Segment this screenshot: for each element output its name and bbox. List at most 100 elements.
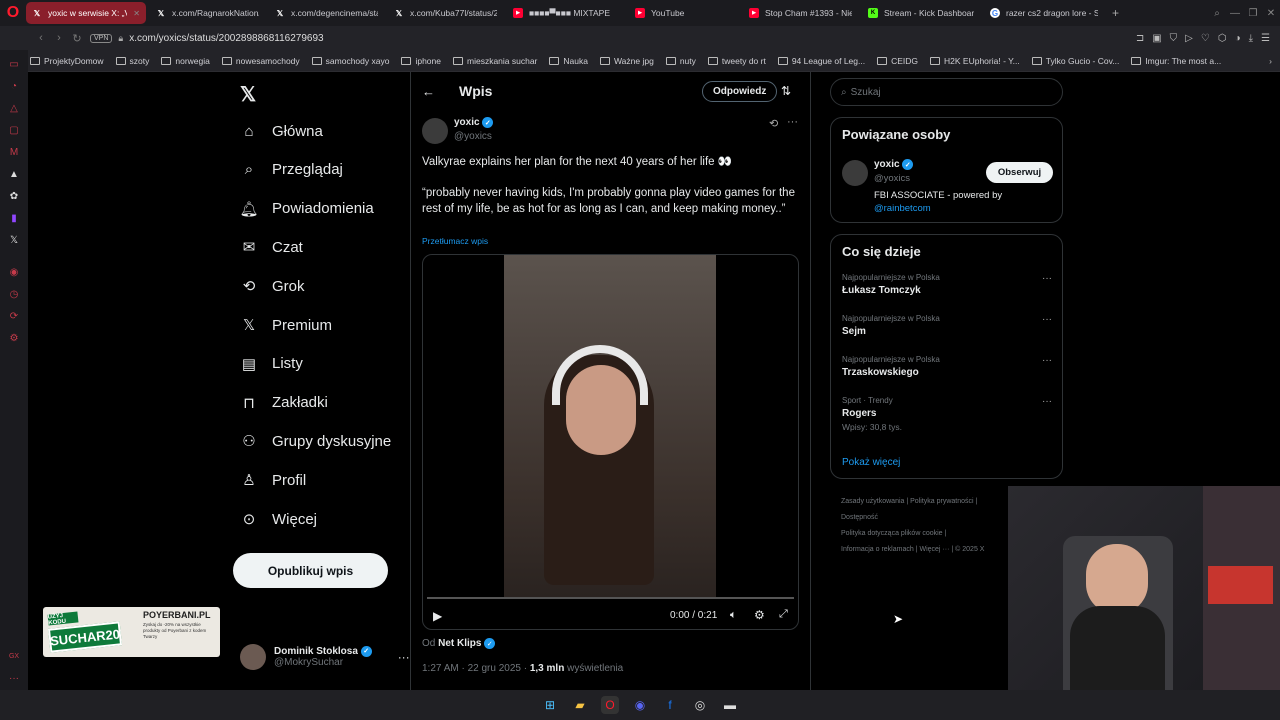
- play-icon[interactable]: ▷: [1185, 33, 1193, 44]
- video-play-icon[interactable]: ▶: [433, 609, 442, 623]
- opera-menu-icon[interactable]: O: [0, 0, 26, 26]
- facebook-icon[interactable]: f: [661, 696, 679, 714]
- related-handle[interactable]: @yoxics: [874, 173, 910, 184]
- sidebar-gmail-icon[interactable]: M: [8, 147, 20, 159]
- bookmark-item[interactable]: Tylko Gucio - Cov...: [1031, 56, 1119, 66]
- bookmark-item[interactable]: samochody xayo: [311, 56, 389, 66]
- nav-item[interactable]: ⚇ Grupy dyskusyjne: [240, 432, 391, 451]
- sidebar-gx-icon[interactable]: GX: [8, 651, 20, 663]
- browser-tab[interactable]: Grazer cs2 dragon lore - S: [984, 2, 1104, 24]
- tweet-author-name[interactable]: yoxic: [454, 117, 480, 128]
- minimize-icon[interactable]: —: [1226, 8, 1244, 19]
- bookmark-item[interactable]: H2K EUphoria! - Y...: [930, 56, 1020, 66]
- sidebar-aria-icon[interactable]: △: [8, 103, 20, 115]
- extensions-icon[interactable]: ⬡: [1218, 33, 1227, 44]
- browser-tab[interactable]: ▶ ■■■■▀■■■ MIXTAPE: [507, 2, 625, 24]
- opera-gx-icon[interactable]: O: [601, 696, 619, 714]
- video-player[interactable]: ▶ 0:00 / 0:21 🔈︎ ⚙ ⤢: [422, 254, 799, 630]
- trend-more-icon[interactable]: ···: [1042, 396, 1052, 407]
- browser-tab[interactable]: 𝕏x.com/degencinema/stat: [269, 2, 384, 24]
- bookmark-item[interactable]: nowesamochody: [221, 56, 300, 66]
- bookmark-item[interactable]: nuty: [665, 56, 696, 66]
- back-arrow-icon[interactable]: ←: [422, 84, 435, 99]
- trend-more-icon[interactable]: ···: [1042, 355, 1052, 366]
- video-fullscreen-icon[interactable]: ⤢: [779, 608, 788, 621]
- terminal-icon[interactable]: ▬: [721, 696, 739, 714]
- sidebar-history-icon[interactable]: ◔: [8, 81, 20, 93]
- windows-start-icon[interactable]: ⊞: [541, 696, 559, 714]
- bookmark-item[interactable]: Ważne jpg: [599, 56, 654, 66]
- sidebar-messenger-icon[interactable]: ▢: [8, 125, 20, 137]
- bookmark-item[interactable]: norwegia: [161, 56, 210, 66]
- grok-icon[interactable]: ⟲: [769, 117, 778, 130]
- tweet-author-handle[interactable]: @yoxics: [454, 131, 492, 142]
- nav-item[interactable]: ⊙ Więcej: [240, 510, 317, 529]
- trend-item[interactable]: Sport · Trendy Rogers Wpisy: 30,8 tys. ···: [842, 396, 1052, 432]
- nav-item[interactable]: 🔔︎ Powiadomienia: [239, 200, 373, 218]
- bookmark-item[interactable]: mieszkania suchar: [453, 56, 537, 66]
- tweet-avatar[interactable]: [422, 118, 448, 144]
- footer-link[interactable]: Zasady użytkowania: [841, 498, 904, 505]
- close-window-icon[interactable]: ✕: [1262, 8, 1280, 19]
- new-tab-icon[interactable]: +: [1112, 6, 1119, 20]
- heart-icon[interactable]: ♡: [1201, 33, 1210, 44]
- bookmark-item[interactable]: tweety do rt: [707, 56, 766, 66]
- account-switcher[interactable]: Dominik Stoklosa ✓ @MokrySuchar ···: [240, 644, 410, 670]
- show-more-link[interactable]: Pokaż więcej: [842, 457, 900, 468]
- sidebar-tabs-icon[interactable]: ⟳: [8, 311, 20, 323]
- vpn-badge[interactable]: VPN: [90, 33, 113, 43]
- back-icon[interactable]: ‹: [32, 32, 50, 44]
- maximize-icon[interactable]: ❐: [1244, 8, 1262, 19]
- tweet-more-icon[interactable]: ···: [787, 116, 798, 128]
- source-link[interactable]: Net Klips: [438, 638, 481, 649]
- bookmark-item[interactable]: 94 League of Leg...: [777, 56, 865, 66]
- related-bio-link[interactable]: @rainbetcom: [874, 203, 931, 214]
- trend-item[interactable]: Najpopularniejsze w Polska Trzaskowskiego…: [842, 355, 1052, 378]
- video-settings-icon[interactable]: ⚙: [754, 608, 765, 622]
- follow-button[interactable]: Obserwuj: [986, 162, 1053, 183]
- snapshot-icon[interactable]: ▣: [1152, 33, 1161, 44]
- footer-link[interactable]: Informacja o reklamach: [841, 546, 914, 553]
- nav-item[interactable]: ✉ Czat: [240, 238, 303, 257]
- steam-icon[interactable]: ◎: [691, 696, 709, 714]
- tweet-timestamp[interactable]: 1:27 AM · 22 gru 2025 ·: [422, 663, 530, 674]
- browser-tab[interactable]: 𝕏x.com/RagnarokNation/s: [150, 2, 265, 24]
- bookmark-item[interactable]: ProjektyDomow: [30, 56, 104, 66]
- nav-item[interactable]: ⊓ Zakładki: [240, 394, 328, 412]
- footer-link[interactable]: Polityka prywatności: [910, 498, 973, 505]
- post-button[interactable]: Opublikuj wpis: [233, 553, 388, 588]
- reload-icon[interactable]: ↻: [68, 32, 86, 45]
- reply-button[interactable]: Odpowiedz: [702, 81, 778, 102]
- url-field[interactable]: x.com/yoxics/status/2002898868116279693: [129, 33, 1136, 44]
- nav-item[interactable]: ♙ Profil: [240, 471, 306, 490]
- file-explorer-icon[interactable]: ▰: [571, 696, 589, 714]
- player-icon[interactable]: ◑: [1235, 33, 1241, 44]
- bookmark-item[interactable]: CEIDG: [877, 56, 918, 66]
- trend-more-icon[interactable]: ···: [1042, 273, 1052, 284]
- trend-item[interactable]: Najpopularniejsze w Polska Łukasz Tomczyk…: [842, 273, 1052, 296]
- video-progress-bar[interactable]: [427, 597, 794, 599]
- browser-tab[interactable]: ▶ YouTube: [629, 2, 739, 24]
- sidebar-clock-icon[interactable]: ◷: [8, 289, 20, 301]
- browser-tab[interactable]: ▶ Stop Cham #1393 - Nieb: [743, 2, 858, 24]
- footer-link[interactable]: Dostępność: [841, 514, 878, 521]
- browser-tab[interactable]: 𝕏x.com/Kuba77l/status/20: [388, 2, 503, 24]
- nav-item[interactable]: ⌕ Przeglądaj: [240, 161, 343, 179]
- sidebar-settings-icon[interactable]: ⚙: [8, 333, 20, 345]
- x-logo-icon[interactable]: 𝕏: [240, 82, 256, 107]
- nav-item[interactable]: 𝕏 Premium: [240, 316, 332, 335]
- search-box[interactable]: ⌕ Szukaj: [830, 78, 1063, 106]
- nav-item[interactable]: ⟲ Grok: [240, 277, 305, 296]
- filter-icon[interactable]: ⇅: [781, 84, 791, 98]
- sidebar-more-icon[interactable]: ···: [8, 673, 20, 685]
- sidebar-x-icon[interactable]: 𝕏: [8, 235, 20, 247]
- discord-icon[interactable]: ◉: [631, 696, 649, 714]
- account-more-icon[interactable]: ···: [398, 650, 410, 664]
- translate-link[interactable]: Przetłumacz wpis: [422, 236, 488, 246]
- tab-close-icon[interactable]: ✕: [133, 9, 140, 18]
- sidebar-player-icon[interactable]: ◉: [8, 267, 20, 279]
- bookmark-item[interactable]: szoty: [115, 56, 149, 66]
- footer-link[interactable]: Więcej ···: [919, 546, 949, 553]
- trend-item[interactable]: Najpopularniejsze w Polska Sejm ···: [842, 314, 1052, 337]
- bookmark-item[interactable]: iphone: [401, 56, 441, 66]
